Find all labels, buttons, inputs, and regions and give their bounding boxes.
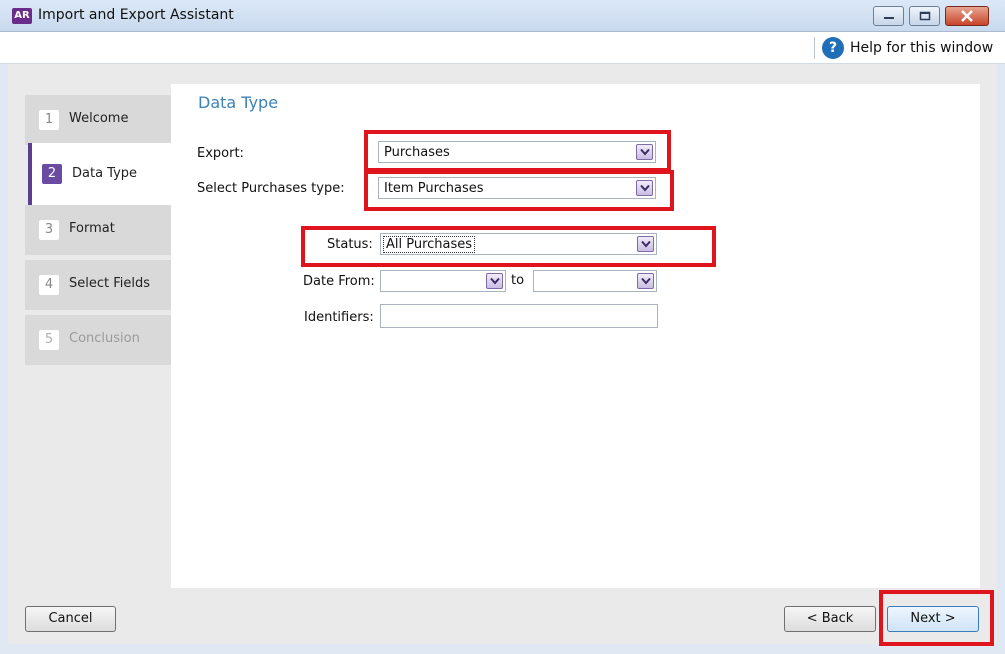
step-number: 1 bbox=[39, 110, 59, 130]
purchases-type-label: Select Purchases type: bbox=[197, 181, 345, 196]
divider bbox=[814, 37, 815, 59]
identifiers-input[interactable] bbox=[380, 304, 658, 328]
date-from-label: Date From: bbox=[303, 274, 375, 289]
close-icon bbox=[961, 10, 973, 22]
chevron-down-icon bbox=[641, 277, 651, 285]
app-logo: AR bbox=[12, 8, 32, 24]
minimize-button[interactable] bbox=[873, 6, 904, 26]
help-link[interactable]: Help for this window bbox=[850, 40, 993, 56]
step-conclusion: 5 Conclusion bbox=[25, 315, 171, 365]
title-bar: AR Import and Export Assistant bbox=[0, 0, 1005, 32]
highlight-box bbox=[364, 130, 671, 172]
window-title: Import and Export Assistant bbox=[38, 7, 234, 23]
cancel-button[interactable]: Cancel bbox=[25, 606, 116, 632]
identifiers-label: Identifiers: bbox=[304, 310, 374, 325]
help-bar: ? Help for this window bbox=[0, 32, 1005, 64]
highlight-box bbox=[879, 590, 994, 646]
step-data-type[interactable]: 2 Data Type bbox=[28, 143, 174, 205]
highlight-box bbox=[364, 170, 674, 211]
close-button[interactable] bbox=[945, 6, 989, 26]
chevron-down-icon bbox=[490, 277, 500, 285]
step-number: 4 bbox=[39, 275, 59, 295]
section-title: Data Type bbox=[198, 93, 279, 112]
step-number: 2 bbox=[42, 164, 62, 184]
maximize-button[interactable] bbox=[909, 6, 940, 26]
step-welcome[interactable]: 1 Welcome bbox=[25, 95, 171, 145]
step-label: Conclusion bbox=[69, 331, 140, 346]
date-from-select[interactable] bbox=[380, 270, 506, 292]
back-button[interactable]: < Back bbox=[784, 606, 876, 632]
date-to-label: to bbox=[511, 273, 525, 288]
dropdown-button[interactable] bbox=[637, 273, 654, 289]
minimize-icon bbox=[883, 17, 894, 19]
step-label: Welcome bbox=[69, 111, 129, 126]
step-label: Format bbox=[69, 221, 115, 236]
help-icon[interactable]: ? bbox=[822, 37, 844, 59]
step-label: Data Type bbox=[72, 166, 138, 181]
export-label: Export: bbox=[197, 146, 244, 161]
step-number: 3 bbox=[39, 220, 59, 240]
step-format[interactable]: 3 Format bbox=[25, 205, 171, 255]
date-to-select[interactable] bbox=[533, 270, 657, 292]
step-label: Select Fields bbox=[69, 276, 151, 291]
step-select-fields[interactable]: 4 Select Fields bbox=[25, 260, 171, 310]
highlight-box bbox=[301, 226, 716, 267]
step-number: 5 bbox=[39, 330, 59, 350]
maximize-icon bbox=[919, 11, 930, 21]
dropdown-button[interactable] bbox=[486, 273, 503, 289]
